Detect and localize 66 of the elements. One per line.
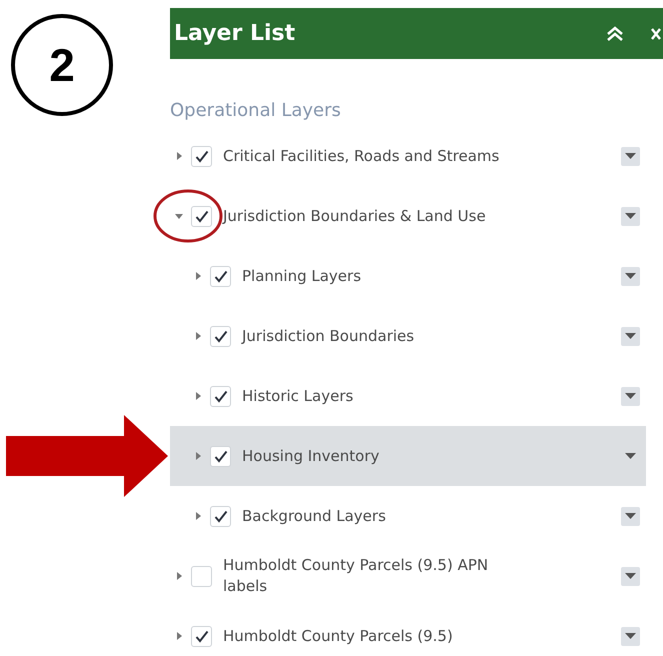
layer-row[interactable]: Jurisdiction Boundaries & Land Use [170, 186, 646, 246]
check-icon [214, 330, 228, 342]
check-icon [214, 450, 228, 462]
caret-down-icon [625, 273, 636, 279]
layer-row[interactable]: Humboldt County Parcels (9.5) APN labels [170, 546, 646, 606]
layer-menu-button[interactable] [621, 146, 640, 166]
layer-checkbox[interactable] [191, 146, 212, 166]
check-icon [194, 210, 208, 222]
check-icon [194, 630, 208, 642]
layer-row-highlight[interactable]: Housing Inventory [170, 426, 646, 486]
step-number-badge: 2 [11, 14, 113, 116]
caret-down-icon [625, 633, 636, 639]
layer-label: Humboldt County Parcels (9.5) [223, 626, 453, 646]
layer-menu-button[interactable] [621, 506, 640, 526]
layer-row[interactable]: Jurisdiction Boundaries [170, 306, 646, 366]
layer-label: Planning Layers [242, 266, 362, 286]
layer-label: Critical Facilities, Roads and Streams [223, 146, 500, 166]
caret-down-icon [625, 153, 636, 159]
caret-down-icon [625, 573, 636, 579]
caret-right-icon[interactable] [193, 391, 203, 401]
layer-checkbox[interactable] [210, 266, 231, 286]
layer-checkbox[interactable] [210, 506, 231, 526]
layer-checkbox[interactable] [210, 446, 231, 466]
caret-right-icon[interactable] [174, 631, 184, 641]
layer-checkbox[interactable] [210, 326, 231, 346]
caret-right-icon[interactable] [193, 511, 203, 521]
caret-right-icon[interactable] [193, 331, 203, 341]
check-icon [194, 150, 208, 162]
layer-row[interactable]: Planning Layers [170, 246, 646, 306]
check-icon [214, 390, 228, 402]
layer-menu-button[interactable] [621, 326, 640, 346]
layer-checkbox[interactable] [210, 386, 231, 406]
caret-right-icon[interactable] [174, 571, 184, 581]
caret-down-icon [625, 333, 636, 339]
caret-down-icon [625, 513, 636, 519]
layer-menu-button[interactable] [621, 566, 640, 586]
layer-checkbox[interactable] [191, 206, 212, 226]
layer-label: Humboldt County Parcels (9.5) APN labels [223, 555, 490, 597]
check-icon [214, 510, 228, 522]
layer-checkbox[interactable] [191, 566, 212, 586]
caret-down-icon [625, 213, 636, 219]
layer-menu-button[interactable] [621, 266, 640, 286]
layer-row[interactable]: Historic Layers [170, 366, 646, 426]
layer-row[interactable]: Background Layers [170, 486, 646, 546]
caret-right-icon[interactable] [174, 151, 184, 161]
close-icon[interactable] [651, 28, 661, 40]
layer-label: Housing Inventory [242, 446, 380, 466]
caret-right-icon[interactable] [193, 271, 203, 281]
panel-title: Layer List [174, 20, 296, 48]
caret-right-icon[interactable] [193, 451, 203, 461]
layer-menu-button[interactable] [621, 626, 640, 646]
caret-down-icon [625, 393, 636, 399]
layer-label: Background Layers [242, 506, 386, 526]
layer-label: Jurisdiction Boundaries & Land Use [223, 206, 486, 226]
layer-menu-button[interactable] [621, 206, 640, 226]
layer-checkbox[interactable] [191, 626, 212, 646]
layer-row[interactable]: Humboldt County Parcels (9.5) [170, 606, 646, 656]
check-icon [214, 270, 228, 282]
layer-label: Historic Layers [242, 386, 354, 406]
layer-label: Jurisdiction Boundaries [242, 326, 414, 346]
caret-down-icon[interactable] [174, 211, 184, 221]
layer-row[interactable]: Critical Facilities, Roads and Streams [170, 126, 646, 186]
collapse-icon[interactable] [605, 26, 625, 42]
caret-down-icon [625, 453, 636, 459]
layer-menu-button[interactable] [621, 386, 640, 406]
section-heading: Operational Layers [170, 99, 342, 123]
